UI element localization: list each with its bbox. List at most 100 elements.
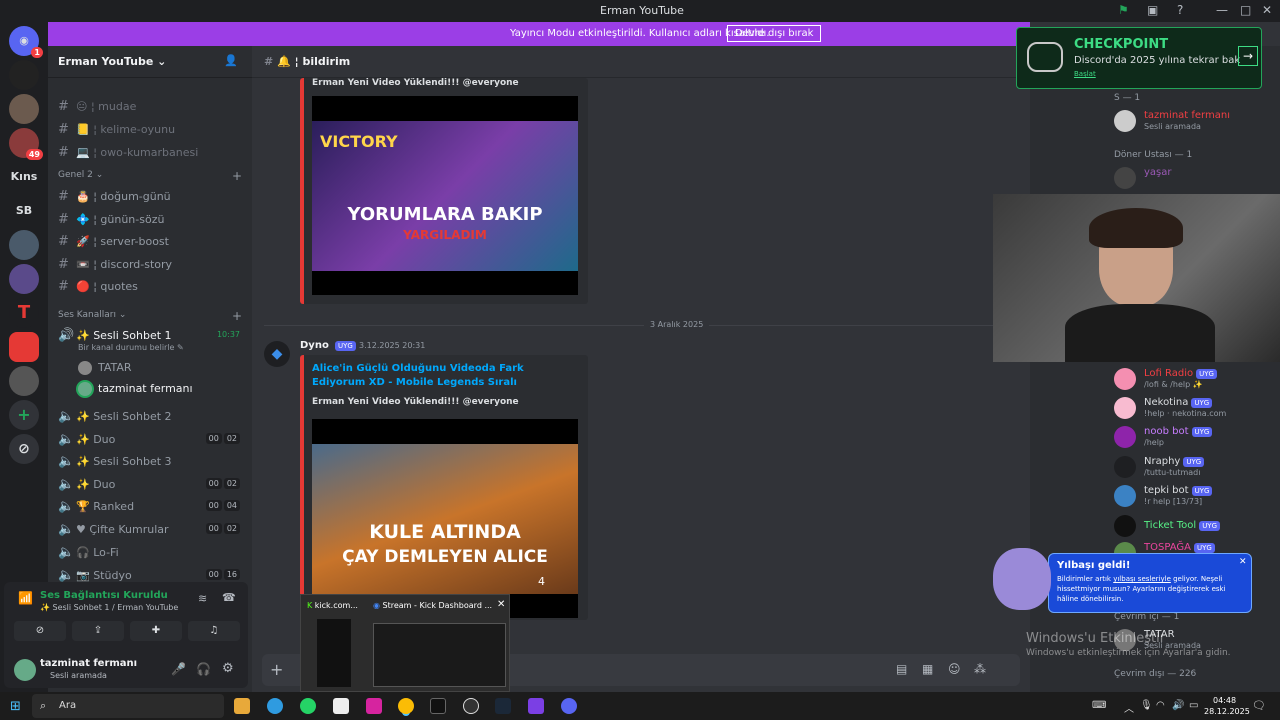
add-voice-channel-icon[interactable]: + (232, 309, 242, 323)
voice-channel[interactable]: 🔈 ✨ Duo (58, 477, 115, 492)
channel-owo[interactable]: # 💻 ¦ owo-kumarbanesi (58, 145, 198, 160)
voice-channel[interactable]: 🔈 ✨ Duo (58, 432, 115, 447)
avatar[interactable] (14, 659, 36, 681)
user-name[interactable]: tazminat fermanı (40, 658, 137, 669)
server-icon[interactable] (9, 94, 39, 124)
edge-icon[interactable] (267, 698, 283, 714)
add-channel-icon[interactable]: + (232, 169, 242, 183)
mic-tray-icon[interactable]: 🎙 (1140, 700, 1153, 711)
popup-link[interactable]: yılbaşı sesleriyle (1113, 575, 1171, 583)
windows-start-icon[interactable]: ⊞ (10, 699, 21, 714)
author-name[interactable]: Dyno (300, 340, 329, 351)
maximize-button[interactable]: □ (1240, 3, 1251, 17)
voice-user[interactable]: TATAR (78, 361, 132, 375)
activity-button[interactable]: ✚ (130, 621, 182, 641)
preview-close-icon[interactable]: ✕ (497, 599, 505, 610)
screenshare-button[interactable]: ⇪ (72, 621, 124, 641)
soundboard-button[interactable]: ♫ (188, 621, 240, 641)
microphone-icon[interactable]: 🎤 (171, 662, 186, 676)
preview-thumbnail[interactable] (373, 623, 506, 687)
checkpoint-promo[interactable]: CHECKPOINT Discord'da 2025 yılına tekrar… (1016, 27, 1262, 89)
clock-date[interactable]: 28.12.2025 (1204, 707, 1250, 716)
disable-streamer-button[interactable]: Devre dışı bırak (727, 25, 822, 42)
add-server-icon[interactable]: + (9, 400, 39, 430)
add-attachment-icon[interactable]: + (270, 660, 283, 679)
channel-status[interactable]: Bir kanal durumu belirle ✎ (78, 343, 184, 352)
server-folder[interactable]: Kıns (9, 162, 39, 192)
arrow-right-icon[interactable]: → (1238, 46, 1258, 66)
discover-icon[interactable]: ⊘ (9, 434, 39, 464)
clock-time[interactable]: 04:48 (1213, 696, 1236, 705)
server-icon[interactable] (9, 230, 39, 260)
taskbar-search[interactable]: ⌕ Ara (32, 694, 224, 718)
popup-close-icon[interactable]: ✕ (1239, 557, 1247, 567)
server-icon[interactable] (9, 366, 39, 396)
preview-tab[interactable]: K kick.com... (307, 601, 358, 610)
chrome-icon[interactable] (398, 698, 414, 714)
invite-icon[interactable]: 👤 (224, 54, 238, 67)
category-general[interactable]: Genel 2 ⌄ (58, 170, 103, 180)
voice-channel[interactable]: 🔈 ♥ Çifte Kumrular (58, 522, 169, 537)
voice-channel[interactable]: 🔈 ✨ Sesli Sohbet 2 (58, 409, 172, 424)
dyno-avatar[interactable]: ◆ (264, 341, 290, 367)
voice-channel[interactable]: 🔈 🏆 Ranked (58, 499, 134, 514)
server-icon[interactable] (9, 60, 39, 90)
camera-button[interactable]: ⊘ (14, 621, 66, 641)
help-icon[interactable]: ? (1177, 3, 1183, 17)
server-icon[interactable]: 49 (9, 128, 43, 160)
voice-channel[interactable]: 🔈 ✨ Sesli Sohbet 3 (58, 454, 172, 469)
minimize-button[interactable]: — (1216, 3, 1228, 17)
embed-title-link[interactable]: Alice'in Güçlü Olduğunu Videoda Fark Edi… (312, 362, 572, 390)
voice-channel[interactable]: 🔈 📷 Stüdyo (58, 568, 132, 583)
voice-user[interactable]: tazminat fermanı (78, 382, 193, 396)
voice-connected-title[interactable]: Ses Bağlantısı Kuruldu (40, 590, 168, 601)
headphones-icon[interactable]: 🎧 (196, 662, 211, 676)
close-button[interactable]: ✕ (1262, 3, 1272, 17)
video-thumbnail[interactable]: VICTORY YORUMLARA BAKIP YARGILADIM (312, 96, 578, 295)
noise-suppression-icon[interactable]: ≋ (198, 592, 207, 605)
wifi-icon[interactable]: ◠ (1156, 700, 1165, 711)
server-icon[interactable] (9, 332, 39, 362)
steam-icon[interactable] (495, 698, 511, 714)
vpn-icon[interactable] (528, 698, 544, 714)
preview-thumbnail[interactable] (317, 619, 351, 687)
notification-icon[interactable]: 🗨 (1252, 699, 1266, 712)
voice-connected-channel[interactable]: ✨ Sesli Sohbet 1 / Erman YouTube (40, 603, 178, 612)
gif-icon[interactable]: ▤ (896, 662, 907, 676)
whatsapp-icon[interactable] (300, 698, 316, 714)
category-voice[interactable]: Ses Kanalları ⌄ (58, 310, 126, 320)
channel-mudae[interactable]: # 😐 ¦ mudae (58, 99, 136, 114)
volume-icon[interactable]: 🔊 (1172, 700, 1184, 711)
settings-gear-icon[interactable]: ⚙ (222, 661, 234, 676)
channel-gunun-sozu[interactable]: # 💠 ¦ günün-sözü (58, 212, 164, 227)
server-header[interactable]: Erman YouTube ⌄ 👤 (48, 46, 252, 78)
flag-icon[interactable]: ⚑ (1118, 3, 1129, 17)
channel-kelime-oyunu[interactable]: # 📒 ¦ kelime-oyunu (58, 122, 175, 137)
tray-chevron-icon[interactable]: ︿ (1124, 700, 1134, 715)
inbox-icon[interactable]: ▣ (1147, 3, 1158, 17)
disconnect-icon[interactable]: ☎ (222, 591, 236, 604)
signal-icon[interactable]: 📶 (18, 591, 33, 605)
channel-server-boost[interactable]: # 🚀 ¦ server-boost (58, 234, 169, 249)
instagram-icon[interactable] (366, 698, 382, 714)
battery-icon[interactable]: ▭ (1189, 700, 1198, 711)
tiktok-icon[interactable] (430, 698, 446, 714)
preview-tab[interactable]: ◉ Stream - Kick Dashboard ... (373, 601, 492, 610)
file-explorer-icon[interactable] (234, 698, 250, 714)
server-icon[interactable] (9, 264, 39, 294)
emoji-icon[interactable]: ☺ (948, 662, 961, 676)
video-thumbnail[interactable]: KULE ALTINDA ÇAY DEMLEYEN ALICE 4 (312, 419, 578, 618)
voice-channel[interactable]: 🔈 🎧 Lo-Fi (58, 545, 119, 560)
promo-link[interactable]: Başlat (1074, 70, 1096, 78)
discord-home-button[interactable]: ◉ 1 (9, 26, 43, 58)
keyboard-icon[interactable]: ⌨ (1092, 700, 1106, 711)
apps-icon[interactable]: ⁂ (974, 662, 986, 676)
obs-icon[interactable] (463, 698, 479, 714)
channel-dogum-gunu[interactable]: # 🎂 ¦ doğum-günü (58, 189, 171, 204)
voice-channel-active[interactable]: 🔊 ✨ Sesli Sohbet 1 (58, 328, 172, 343)
discord-taskbar-icon[interactable] (561, 698, 577, 714)
sticker-icon[interactable]: ▦ (922, 662, 933, 676)
store-icon[interactable] (333, 698, 349, 714)
server-icon[interactable]: T (9, 298, 39, 328)
channel-quotes[interactable]: # 🔴 ¦ quotes (58, 279, 138, 294)
